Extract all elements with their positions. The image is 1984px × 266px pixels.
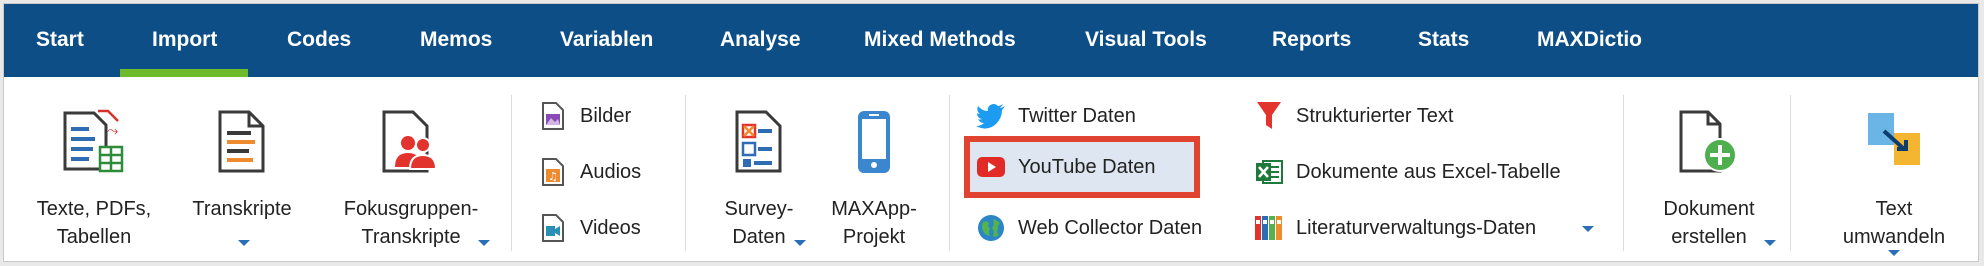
fokusgruppen-transkripte-button[interactable]: Fokusgruppen- Transkripte [322,77,500,261]
tab-mixed-methods[interactable]: Mixed Methods [864,4,1016,77]
chevron-down-icon[interactable] [1764,240,1776,246]
app-window: Start Import Codes Memos Variablen Analy… [3,3,1979,262]
survey-icon [734,109,784,180]
ribbon-toolbar: ⤳ Texte, PDFs, Tabellen Transkripte Foku… [4,77,1978,261]
convert-icon [1864,109,1924,174]
svg-text:⤳: ⤳ [107,123,118,139]
texte-pdfs-tabellen-button[interactable]: ⤳ Texte, PDFs, Tabellen [24,77,164,261]
videos-button[interactable]: Videos [538,208,641,248]
bilder-label: Bilder [580,104,632,127]
image-file-icon [538,101,568,131]
web-collector-label: Web Collector Daten [1018,216,1203,239]
literatur-label: Literaturverwaltungs-Daten [1296,216,1537,239]
tab-reports[interactable]: Reports [1272,4,1351,77]
chevron-down-icon[interactable] [1582,226,1594,232]
literaturverwaltung-button[interactable]: Literaturverwaltungs-Daten [1254,208,1536,248]
texte-label-2: Tabellen [56,226,132,248]
globe-icon [976,213,1006,243]
audios-button[interactable]: ♫ Audios [538,152,641,192]
dokument-label-2: erstellen [1671,226,1747,248]
chevron-down-icon[interactable] [1888,250,1900,256]
maxapp-label-1: MAXApp- [831,198,917,220]
videos-label: Videos [580,216,641,239]
binders-icon [1254,213,1284,243]
tab-analyse[interactable]: Analyse [720,4,801,77]
bilder-button[interactable]: Bilder [538,96,631,136]
twitter-bird-icon [976,101,1006,131]
video-file-icon [538,213,568,243]
chevron-down-icon[interactable] [238,240,250,246]
menu-bar: Start Import Codes Memos Variablen Analy… [4,4,1978,77]
fokusgruppen-label-1: Fokusgruppen- [343,198,479,220]
text-umwandeln-label-2: umwandeln [1842,226,1946,248]
chevron-down-icon[interactable] [794,240,806,246]
maxapp-label-2: Projekt [842,226,906,248]
ribbon-separator [949,95,950,251]
tab-maxdictio[interactable]: MAXDictio [1537,4,1642,77]
tab-start[interactable]: Start [36,4,84,77]
twitter-label: Twitter Daten [1018,104,1136,127]
texte-label-1: Texte, PDFs, [36,198,152,220]
ribbon-separator [1623,95,1624,251]
excel-icon [1254,157,1284,187]
youtube-label: YouTube Daten [1018,155,1156,178]
audios-label: Audios [580,160,642,183]
audio-file-icon: ♫ [538,157,568,187]
focus-group-icon [381,109,441,180]
text-umwandeln-button[interactable]: Text umwandeln [1814,77,1974,261]
ribbon-separator [685,95,686,251]
new-document-icon [1678,109,1740,180]
ribbon-separator [511,95,512,251]
svg-text:♫: ♫ [548,170,558,183]
maxapp-projekt-button[interactable]: MAXApp- Projekt [819,77,929,261]
survey-label-2: Daten [732,226,786,248]
tab-stats[interactable]: Stats [1418,4,1469,77]
twitter-daten-button[interactable]: Twitter Daten [976,96,1136,136]
fokusgruppen-label-2: Transkripte [361,226,461,248]
dokument-label-1: Dokument [1663,198,1755,220]
ribbon-separator [1790,95,1791,251]
youtube-icon [976,152,1006,182]
survey-label-1: Survey- [724,198,794,220]
youtube-daten-button[interactable]: YouTube Daten [976,147,1156,187]
tab-codes[interactable]: Codes [287,4,351,77]
transkripte-label: Transkripte [192,198,292,220]
tab-import[interactable]: Import [119,4,249,77]
tab-variablen[interactable]: Variablen [560,4,653,77]
strukturierter-label: Strukturierter Text [1296,104,1454,127]
transcript-icon [217,109,267,180]
dokument-erstellen-button[interactable]: Dokument erstellen [1644,77,1776,261]
mobile-phone-icon [855,109,893,180]
excel-label: Dokumente aus Excel-Tabelle [1296,160,1561,183]
strukturierter-text-button[interactable]: Strukturierter Text [1254,96,1453,136]
excel-import-button[interactable]: Dokumente aus Excel-Tabelle [1254,152,1561,192]
funnel-icon [1254,101,1284,131]
document-stack-icon: ⤳ [62,109,126,180]
tab-visual-tools[interactable]: Visual Tools [1085,4,1207,77]
tab-memos[interactable]: Memos [420,4,492,77]
transkripte-button[interactable]: Transkripte [182,77,302,261]
chevron-down-icon[interactable] [478,240,490,246]
text-umwandeln-label-1: Text [1875,198,1913,220]
web-collector-daten-button[interactable]: Web Collector Daten [976,208,1202,248]
survey-daten-button[interactable]: Survey- Daten [707,77,811,261]
